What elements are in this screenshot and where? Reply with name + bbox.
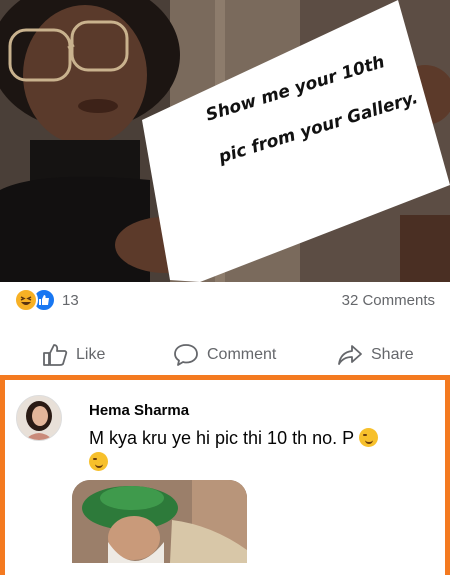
share-arrow-icon	[338, 345, 362, 365]
reaction-summary[interactable]: 13	[14, 288, 79, 312]
haha-reaction-icon	[14, 288, 38, 312]
smirk-emoji-icon	[358, 428, 378, 447]
comment-body: M kya kru ye hi pic thi 10 th no. P	[89, 426, 419, 474]
post-actions: Like Comment Share	[0, 337, 450, 373]
commenter-name[interactable]: Hema Sharma	[89, 402, 189, 419]
comment-photo-illustration	[72, 480, 247, 563]
comment-photo[interactable]	[72, 480, 247, 563]
avatar-portrait	[17, 396, 61, 440]
comment-text: M kya kru ye hi pic thi 10 th no. P	[89, 428, 354, 448]
comment-button[interactable]: Comment	[173, 343, 276, 367]
commenter-avatar[interactable]	[16, 395, 62, 441]
share-label: Share	[371, 346, 414, 363]
post-photo[interactable]: Show me your 10th pic from your Gallery.	[0, 0, 450, 282]
comment-label: Comment	[207, 346, 277, 363]
reactions-bar: 13 32 Comments	[0, 282, 450, 318]
smirk-emoji-icon	[89, 452, 108, 471]
thumbs-up-icon	[43, 344, 68, 366]
comment-bubble-icon	[174, 344, 198, 366]
share-button[interactable]: Share	[337, 343, 414, 367]
like-button[interactable]: Like	[42, 343, 105, 367]
reaction-count: 13	[62, 291, 79, 309]
comments-count-link[interactable]: 32 Comments	[342, 292, 435, 309]
like-label: Like	[76, 346, 106, 363]
